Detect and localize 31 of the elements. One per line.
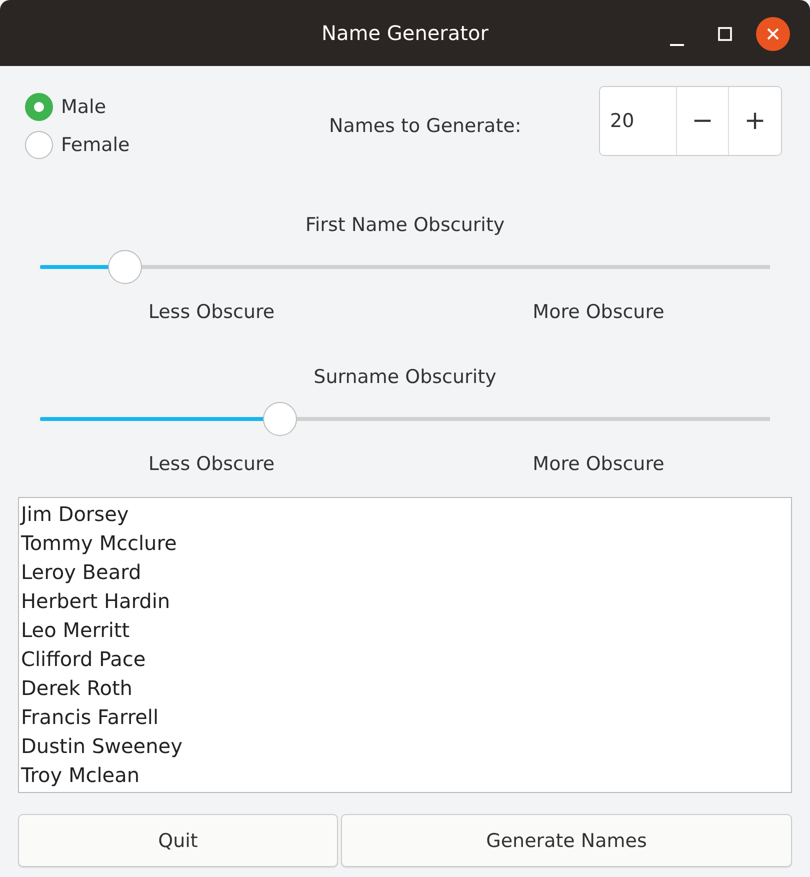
maximize-icon [718, 27, 732, 41]
slider-title: First Name Obscurity [304, 213, 506, 237]
slider-thumb[interactable] [108, 250, 142, 284]
slider-min-label: Less Obscure [147, 300, 276, 324]
name-list-item[interactable]: Leroy Beard [19, 558, 791, 587]
name-list-item[interactable]: Derek Roth [19, 674, 791, 703]
minimize-icon [670, 44, 684, 46]
radio-label: Female [61, 134, 130, 156]
close-icon [766, 27, 780, 41]
name-list-item[interactable]: Francis Farrell [19, 703, 791, 732]
action-button[interactable]: Quit [18, 814, 338, 867]
action-button[interactable]: Generate Names [341, 814, 792, 867]
slider-max-label: More Obscure [532, 452, 666, 476]
name-list-item[interactable]: Herbert Hardin [19, 587, 791, 616]
window-title: Name Generator [322, 21, 488, 45]
count-field[interactable]: 20 [600, 87, 677, 155]
radio-button[interactable] [25, 93, 53, 121]
slider-thumb[interactable] [263, 402, 298, 436]
names-count-label: Names to Generate: [329, 115, 522, 137]
radio-button[interactable] [25, 131, 53, 159]
name-list-item[interactable]: Troy Mclean [19, 761, 791, 790]
name-list-item[interactable]: Leo Merritt [19, 616, 791, 645]
slider-title: Surname Obscurity [312, 365, 498, 389]
slider-max-label: More Obscure [532, 300, 666, 324]
name-list-item[interactable]: Tommy Mcclure [19, 529, 791, 558]
name-list-item[interactable]: Clifford Pace [19, 645, 791, 674]
name-list-item[interactable]: Jim Dorsey [19, 500, 791, 529]
slider-min-label: Less Obscure [147, 452, 276, 476]
close-button[interactable] [756, 17, 790, 51]
name-list-item[interactable]: Dustin Sweeney [19, 732, 791, 761]
radio-label: Male [61, 96, 106, 118]
